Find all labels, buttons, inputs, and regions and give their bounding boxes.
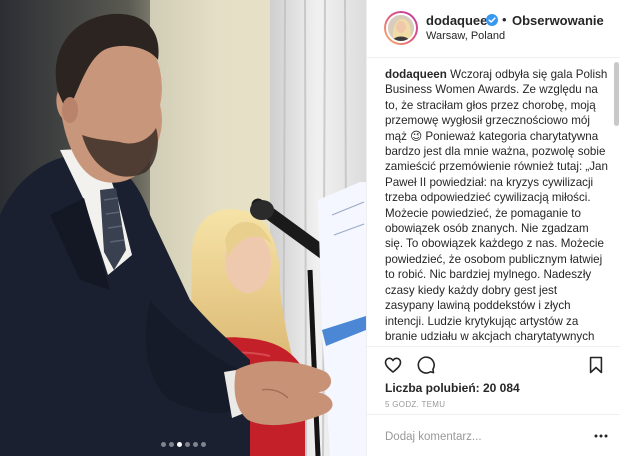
action-bar <box>367 346 620 382</box>
avatar-image <box>388 15 414 41</box>
carousel-dot[interactable] <box>192 442 198 447</box>
header-separator: • <box>502 12 507 27</box>
caption-text: Wczoraj odbyła się gala Polish Business … <box>385 68 608 346</box>
carousel-dot[interactable] <box>184 442 190 447</box>
carousel-dot[interactable] <box>200 442 206 447</box>
bookmark-icon[interactable] <box>586 355 606 375</box>
username-link[interactable]: dodaqueen <box>426 13 495 28</box>
caption-scroll-area[interactable]: dodaqueen Wczoraj odbyła się gala Polish… <box>367 58 620 346</box>
avatar[interactable] <box>384 11 418 45</box>
carousel-dot[interactable] <box>168 442 174 447</box>
photo-scene <box>0 0 366 456</box>
post-side-panel: dodaqueen • Obserwowanie Warsaw, Poland … <box>366 0 620 456</box>
likes-count[interactable]: Liczba polubień: 20 084 <box>385 381 520 395</box>
comment-bar <box>367 414 620 456</box>
carousel-dot-active[interactable] <box>176 442 182 447</box>
carousel-indicator <box>0 442 366 447</box>
location-link[interactable]: Warsaw, Poland <box>426 30 505 42</box>
scrollbar[interactable] <box>614 62 619 126</box>
ellipsis-icon[interactable] <box>593 429 609 443</box>
speech-bubble-icon[interactable] <box>416 355 436 375</box>
following-button[interactable]: Obserwowanie <box>512 13 604 28</box>
carousel-dot[interactable] <box>160 442 166 447</box>
comment-input[interactable] <box>383 425 577 449</box>
post-header: dodaqueen • Obserwowanie Warsaw, Poland <box>367 0 620 58</box>
caption-username[interactable]: dodaqueen <box>385 68 447 81</box>
verified-badge-icon <box>486 14 498 26</box>
heart-icon[interactable] <box>383 355 403 375</box>
post-timestamp[interactable]: 5 godz. temu <box>385 400 445 409</box>
post-photo[interactable] <box>0 0 366 456</box>
post-caption: dodaqueen Wczoraj odbyła się gala Polish… <box>385 67 609 346</box>
